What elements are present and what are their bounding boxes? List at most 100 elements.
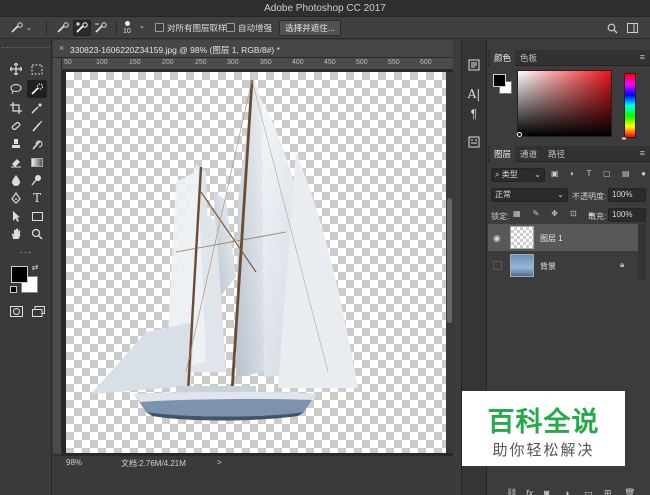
layer-name[interactable]: 图层 1 <box>540 233 563 244</box>
link-icon[interactable]: ⛓ <box>506 488 517 495</box>
hue-slider[interactable] <box>624 73 636 138</box>
divider <box>46 21 47 35</box>
chevron-down-icon: ⌄ <box>534 170 541 179</box>
tab-paths[interactable]: 路径 <box>544 146 569 162</box>
brush-size-value: 10 <box>123 28 131 35</box>
lock-transparent-icon[interactable]: ▦ <box>513 209 521 221</box>
tool-preset-picker[interactable]: ⌄ <box>6 20 36 36</box>
dodge-tool-icon[interactable] <box>27 171 47 189</box>
lock-position-icon[interactable]: ✥ <box>551 209 558 221</box>
quick-mask-icon[interactable] <box>6 302 26 320</box>
ruler-label: 250 <box>195 59 207 66</box>
hand-tool-icon[interactable] <box>6 225 26 243</box>
layers-scrollbar[interactable] <box>638 224 646 280</box>
tab-swatches[interactable]: 色板 <box>516 50 541 66</box>
filter-type-icon[interactable]: T <box>587 169 592 181</box>
blur-tool-icon[interactable] <box>6 171 26 189</box>
clone-stamp-tool-icon[interactable] <box>6 135 26 153</box>
quick-selection-tool-icon[interactable] <box>27 80 47 98</box>
select-and-mask-button[interactable]: 选择并遮住... <box>279 20 341 36</box>
rectangle-tool-icon[interactable] <box>27 207 47 225</box>
history-brush-tool-icon[interactable] <box>27 135 47 153</box>
new-layer-icon[interactable]: ⊞ <box>604 488 612 495</box>
add-to-selection-mode-button[interactable] <box>73 20 91 36</box>
lock-artboard-icon[interactable]: ⊡ <box>570 209 577 221</box>
tab-color[interactable]: 颜色 <box>490 50 516 66</box>
pen-tool-icon[interactable] <box>6 189 26 207</box>
path-selection-tool-icon[interactable] <box>6 207 26 225</box>
character-panel-icon[interactable]: A| <box>464 85 484 103</box>
blend-mode-select[interactable]: 正常 ⌄ <box>491 188 568 202</box>
document-canvas[interactable] <box>66 72 446 453</box>
watermark-logo: 百科全说 助你轻松解决 <box>462 391 625 466</box>
filter-adjustment-icon[interactable]: ◐ <box>570 169 575 181</box>
vertical-scrollbar[interactable] <box>446 72 453 453</box>
auto-enhance-checkbox[interactable] <box>226 23 235 32</box>
color-panel-foreground-swatch[interactable] <box>493 74 506 87</box>
marquee-tool-icon[interactable] <box>27 60 47 78</box>
color-spectrum-field[interactable] <box>517 70 612 137</box>
eyedropper-tool-icon[interactable] <box>27 99 47 117</box>
layer-row-layer1[interactable]: ◉ 图层 1 <box>488 224 638 251</box>
history-panel-icon[interactable] <box>464 56 484 74</box>
swap-colors-icon[interactable]: ⇄ <box>30 262 40 272</box>
search-icon[interactable] <box>604 20 620 36</box>
lock-image-icon[interactable]: ✎ <box>533 209 540 221</box>
watermark-subtitle: 助你轻松解决 <box>492 442 595 459</box>
mask-icon[interactable]: ◙ <box>544 488 549 495</box>
close-icon[interactable]: × <box>59 43 64 53</box>
filter-toggle-icon[interactable]: ● <box>641 169 646 181</box>
eraser-tool-icon[interactable] <box>6 153 26 171</box>
crop-tool-icon[interactable] <box>6 99 26 117</box>
folder-icon[interactable]: ▭ <box>584 488 593 495</box>
filter-shape-icon[interactable]: ▢ <box>603 169 611 181</box>
layer-filter-select[interactable]: ⌕ 类型 ⌄ <box>491 168 545 182</box>
healing-brush-tool-icon[interactable] <box>6 117 26 135</box>
brush-tool-icon[interactable] <box>27 117 47 135</box>
layer-name[interactable]: 背景 <box>540 261 556 272</box>
brush-size-picker[interactable]: 10 ⌄ <box>120 20 146 36</box>
foreground-color-swatch[interactable] <box>11 266 28 283</box>
fill-field[interactable]: 100% <box>608 208 646 222</box>
workspace-icon[interactable] <box>624 20 640 36</box>
adjustment-icon[interactable]: ◑ <box>564 488 569 495</box>
panel-menu-icon[interactable]: ≡ <box>640 52 645 62</box>
options-bar: ⌄ 10 ⌄ 对所有图层取样 自动增强 选择并遮住... <box>0 17 650 39</box>
zoom-level[interactable]: 98% <box>66 458 82 467</box>
zoom-tool-icon[interactable] <box>27 225 47 243</box>
more-tools-icon[interactable]: ··· <box>4 246 48 258</box>
layer-thumbnail <box>510 226 534 249</box>
lasso-tool-icon[interactable] <box>6 80 26 98</box>
filter-pixel-icon[interactable]: ▣ <box>551 169 559 181</box>
scrollbar-thumb[interactable] <box>447 198 452 323</box>
panel-menu-icon[interactable]: ≡ <box>640 148 645 158</box>
subtract-from-selection-mode-button[interactable] <box>92 20 110 36</box>
color-picker-marker[interactable] <box>517 132 522 137</box>
opacity-field[interactable]: 100% <box>608 188 646 202</box>
eye-icon[interactable]: ◉ <box>493 233 503 243</box>
ruler-label: 200 <box>162 59 174 66</box>
tab-layers[interactable]: 图层 <box>490 146 516 162</box>
properties-panel-icon[interactable] <box>464 133 484 151</box>
tab-channels[interactable]: 通道 <box>516 146 541 162</box>
trash-icon[interactable]: 🗑︎ <box>624 488 635 495</box>
status-menu-arrow[interactable]: > <box>217 458 222 467</box>
layer-filter-icons: ▣ ◐ T ▢ ▤ ● <box>551 169 646 181</box>
move-tool-icon[interactable] <box>6 60 26 78</box>
visibility-toggle-off[interactable] <box>493 261 502 270</box>
ruler-label: 600 <box>420 59 432 66</box>
title-bar: Adobe Photoshop CC 2017 <box>0 0 650 17</box>
paragraph-panel-icon[interactable]: ¶ <box>464 105 484 123</box>
type-tool-icon[interactable]: T <box>27 189 47 207</box>
hue-slider-handle[interactable]: ◂▸ <box>621 135 627 142</box>
filter-smart-object-icon[interactable]: ▤ <box>622 169 630 181</box>
color-panel-tabs: 颜色 色板 ≡ <box>488 50 650 66</box>
new-selection-mode-button[interactable] <box>54 20 72 36</box>
gradient-tool-icon[interactable] <box>27 153 47 171</box>
document-tab[interactable]: × 330823-1606220Z34159.jpg @ 98% (图层 1, … <box>53 40 453 58</box>
layer-row-background[interactable]: 背景 🔒︎ <box>488 252 638 279</box>
sample-all-layers-checkbox[interactable] <box>155 23 164 32</box>
fx-icon[interactable]: fx <box>526 488 533 495</box>
default-colors-icon[interactable] <box>8 284 18 294</box>
screen-mode-icon[interactable] <box>28 302 48 320</box>
